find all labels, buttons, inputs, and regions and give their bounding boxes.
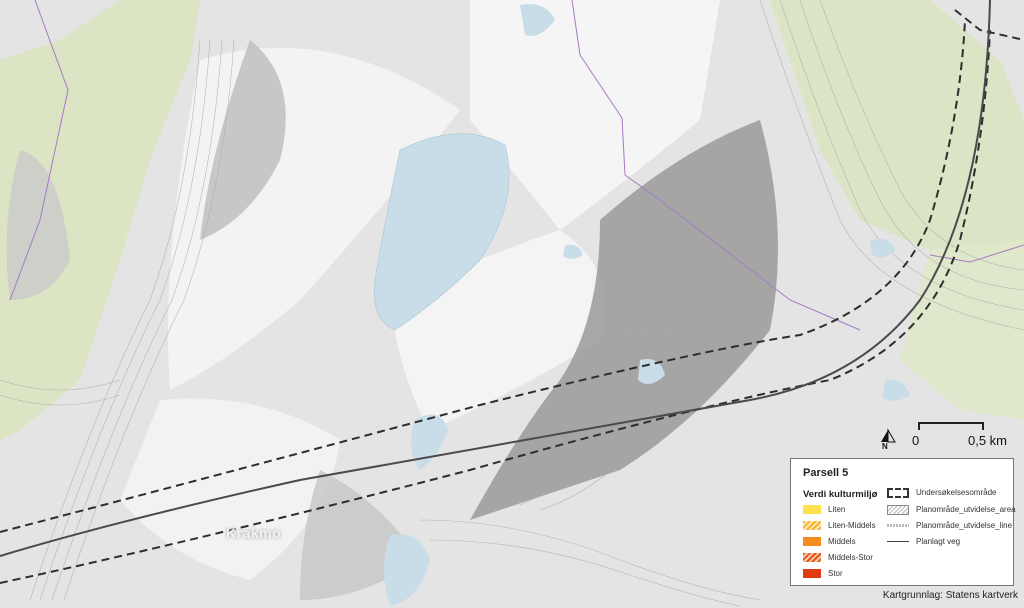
legend-label: Liten	[828, 505, 846, 514]
legend-item-plan-area: Planområde_utvidelse_area	[887, 504, 1016, 515]
legend-item-plan-line: Planområde_utvidelse_line	[887, 520, 1012, 531]
legend-title: Parsell 5	[803, 467, 849, 479]
legend-item-middels-stor: Middels-Stor	[803, 552, 873, 563]
scale-bar-line	[918, 422, 984, 430]
legend-swatch	[887, 504, 909, 515]
legend-label: Planområde_utvidelse_line	[916, 521, 1013, 530]
legend-item-study-area: Undersøkelsesområde	[887, 487, 996, 498]
legend-item-liten: Liten	[803, 504, 845, 515]
map-legend: Parsell 5 Verdi kulturmiljø Liten Liten-…	[790, 458, 1016, 586]
legend-swatch	[803, 537, 821, 546]
legend-label: Undersøkelsesområde	[916, 488, 997, 497]
legend-subtitle: Verdi kulturmiljø	[803, 489, 878, 500]
north-arrow: N	[878, 428, 898, 454]
north-arrow-icon	[881, 428, 896, 443]
legend-swatch	[887, 487, 909, 498]
legend-item-liten-middels: Liten-Middels	[803, 520, 876, 531]
scale-bar: 0 0,5 km	[912, 420, 1017, 452]
place-name-label: Krakmo	[226, 525, 282, 541]
scale-start-label: 0	[912, 433, 920, 448]
legend-swatch	[803, 553, 821, 562]
legend-label: Stor	[828, 569, 843, 578]
legend-label: Middels-Stor	[828, 553, 873, 562]
map-view[interactable]: Krakmo N 0 0,5 km Parsell 5 Verdi kultur…	[0, 0, 1024, 608]
legend-item-stor: Stor	[803, 568, 843, 579]
legend-swatch	[803, 505, 821, 514]
legend-swatch	[887, 541, 909, 542]
scale-end-label: 0,5 km	[968, 433, 1008, 448]
north-label: N	[882, 442, 888, 451]
map-credit: Kartgrunnlag: Statens kartverk	[882, 590, 1018, 601]
legend-item-middels: Middels	[803, 536, 856, 547]
legend-item-planned-road: Planlagt veg	[887, 536, 960, 547]
legend-swatch	[803, 569, 821, 578]
legend-swatch	[887, 524, 909, 527]
legend-label: Planområde_utvidelse_area	[916, 505, 1016, 514]
legend-label: Middels	[828, 537, 856, 546]
legend-label: Liten-Middels	[828, 521, 876, 530]
legend-swatch	[803, 521, 821, 530]
legend-label: Planlagt veg	[916, 537, 961, 546]
